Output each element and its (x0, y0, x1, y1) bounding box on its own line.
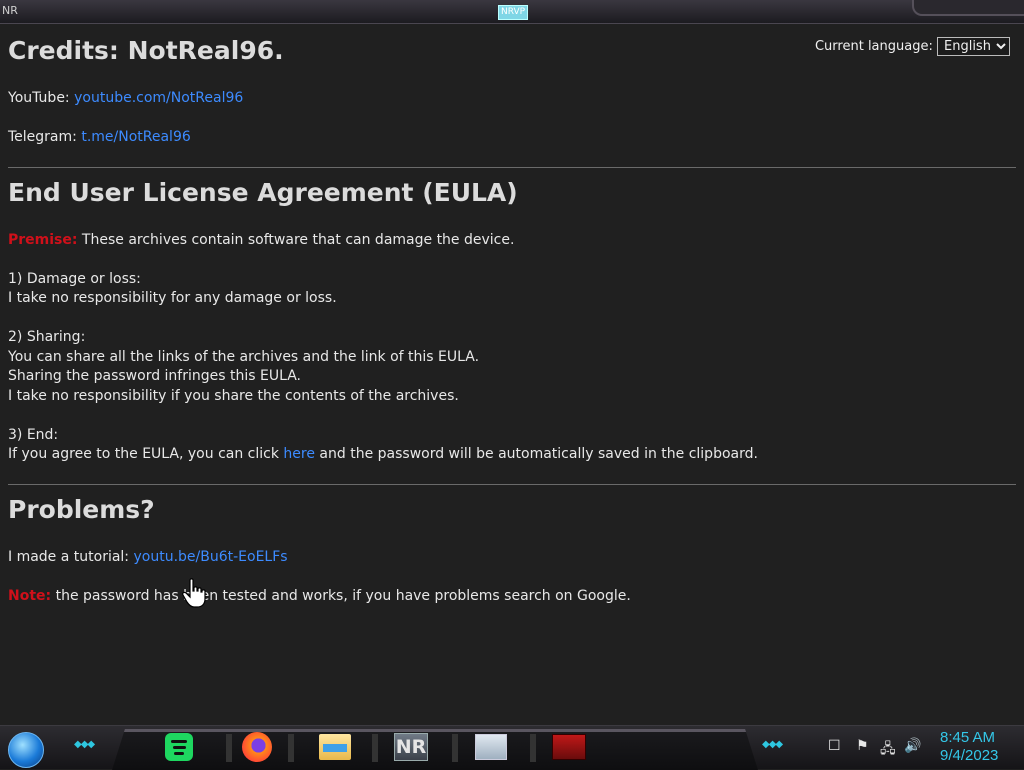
taskbar: ◆◆◆ NR ◆◆◆ ☐ ⚑ 🖧 🔊 8:45 AM 9/4/2023 (0, 725, 1024, 770)
note-label: Note: (8, 587, 52, 604)
youtube-label: YouTube: (8, 90, 75, 106)
tutorial-line: I made a tutorial: youtu.be/Bu6t-EoELFs (8, 548, 1016, 568)
section1-text: I take no responsibility for any damage … (8, 290, 337, 306)
tutorial-link[interactable]: youtu.be/Bu6t-EoELFs (133, 549, 287, 565)
section3-text: If you agree to the EULA, you can click … (8, 445, 1016, 465)
main-content: Credits: NotReal96. YouTube: youtube.com… (8, 30, 1016, 606)
clock-date: 9/4/2023 (940, 747, 999, 764)
eula-heading: End User License Agreement (EULA) (8, 177, 518, 207)
nr-app-icon[interactable]: NR (394, 732, 428, 762)
taskbar-decoration-left: ◆◆◆ (74, 739, 95, 750)
hand-cursor-icon (182, 578, 206, 608)
premise-line: Premise: These archives contain software… (8, 231, 1016, 251)
note-text: the password has been tested and works, … (51, 587, 631, 604)
volume-icon[interactable]: 🔊 (904, 738, 921, 754)
section2-text-2: Sharing the password infringes this EULA… (8, 368, 301, 384)
section2-text-1: You can share all the links of the archi… (8, 348, 480, 365)
section3-before: If you agree to the EULA, you can click (8, 446, 284, 462)
title-badge[interactable]: NRVP (498, 5, 529, 20)
divider (8, 483, 1016, 485)
note-line: Note: the password has been tested and w… (8, 587, 1016, 607)
show-desktop-icon[interactable]: ☐ (828, 738, 841, 754)
credits-heading: Credits: NotReal96. (8, 36, 284, 65)
network-icon[interactable]: 🖧 (880, 738, 896, 762)
section3-title: 3) End: (8, 426, 59, 443)
telegram-label: Telegram: (8, 129, 82, 145)
divider (8, 166, 1016, 168)
flag-icon[interactable]: ⚑ (856, 738, 869, 754)
problems-heading: Problems? (8, 494, 155, 524)
nr-app-label: NR (394, 733, 428, 761)
section1-title: 1) Damage or loss: (8, 270, 141, 287)
clock[interactable]: 8:45 AM 9/4/2023 (940, 729, 998, 765)
task-manager-icon[interactable] (474, 732, 508, 762)
youtube-line: YouTube: youtube.com/NotReal96 (8, 89, 1016, 109)
telegram-line: Telegram: t.me/NotReal96 (8, 128, 1016, 148)
start-orb-button[interactable] (8, 732, 44, 768)
window-title-bar: NR NRVP (0, 0, 1024, 24)
premise-label: Premise: (8, 231, 78, 248)
spotify-icon[interactable] (162, 732, 196, 762)
app-name: NR (2, 4, 18, 17)
section2-title: 2) Sharing: (8, 329, 86, 345)
section2-text-3: I take no responsibility if you share th… (8, 387, 459, 404)
red-tool-icon[interactable] (552, 732, 586, 762)
title-bar-decoration (912, 0, 1024, 16)
section3-after: and the password will be automatically s… (314, 446, 758, 462)
tutorial-label: I made a tutorial: (8, 548, 134, 565)
taskbar-decoration-right: ◆◆◆ (762, 739, 783, 750)
telegram-link[interactable]: t.me/NotReal96 (81, 129, 190, 145)
agree-here-link[interactable]: here (283, 446, 315, 462)
taskbar-app-strip (112, 729, 758, 770)
clock-time: 8:45 AM (940, 729, 996, 746)
file-explorer-icon[interactable] (318, 732, 352, 762)
youtube-link[interactable]: youtube.com/NotReal96 (74, 90, 243, 106)
firefox-icon[interactable] (240, 732, 274, 762)
premise-text: These archives contain software that can… (77, 231, 515, 248)
